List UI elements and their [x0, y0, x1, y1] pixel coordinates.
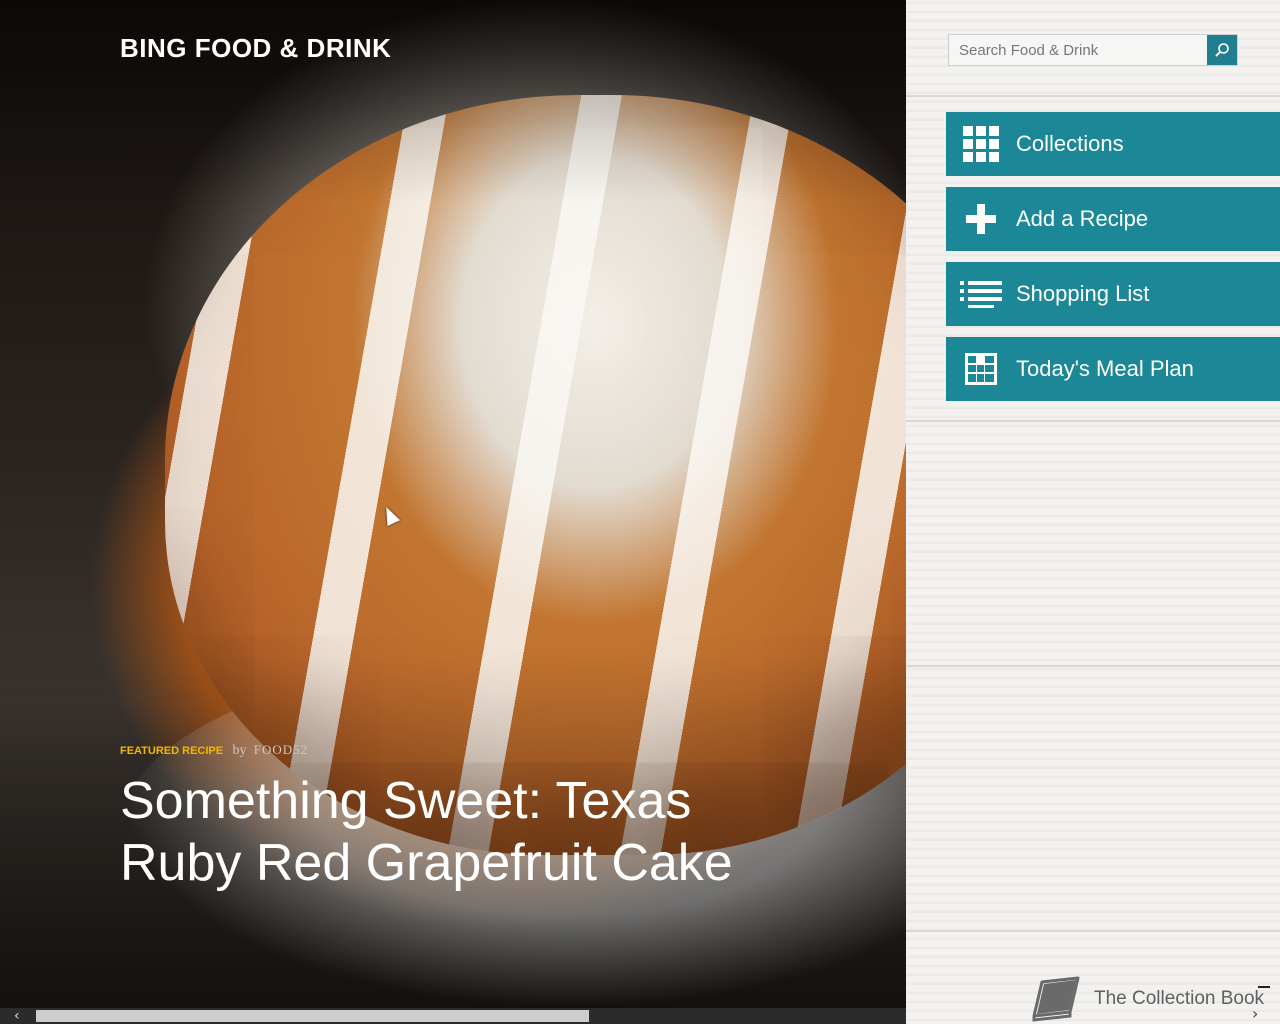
meal-plan-button[interactable]: Today's Meal Plan — [946, 337, 1280, 401]
scroll-left-icon[interactable]: ‹ — [14, 1008, 20, 1024]
book-icon — [1032, 976, 1080, 1022]
collection-book-link[interactable]: The Collection Book — [1030, 976, 1264, 1022]
featured-byline: FEATURED RECIPE by FOOD52 — [120, 742, 308, 759]
author-name[interactable]: FOOD52 — [254, 742, 308, 757]
navigation-panel: Collections Add a Recipe Shopping List — [906, 0, 1280, 1024]
app-title: BING FOOD & DRINK — [120, 33, 392, 63]
collections-button[interactable]: Collections — [946, 112, 1280, 176]
wood-plank-line — [906, 420, 1280, 422]
featured-tag: FEATURED RECIPE — [120, 745, 224, 757]
scroll-right-icon[interactable]: › — [1252, 1004, 1258, 1023]
scrollbar-thumb[interactable] — [36, 1010, 589, 1022]
search-icon — [1215, 43, 1229, 57]
featured-headline[interactable]: Something Sweet: Texas Ruby Red Grapefru… — [120, 770, 820, 894]
wood-plank-line — [906, 665, 1280, 667]
byline-by: by — [232, 743, 247, 758]
search-box — [948, 34, 1238, 66]
calendar-icon — [946, 337, 1016, 401]
add-recipe-button[interactable]: Add a Recipe — [946, 187, 1280, 251]
plus-icon — [946, 187, 1016, 251]
wood-plank-line — [906, 930, 1280, 932]
wood-plank-line — [906, 95, 1280, 97]
shopping-list-label: Shopping List — [1016, 281, 1150, 306]
collections-label: Collections — [1016, 131, 1124, 156]
shopping-list-button[interactable]: Shopping List — [946, 262, 1280, 326]
list-icon — [946, 262, 1016, 326]
grid-icon — [946, 112, 1016, 176]
meal-plan-label: Today's Meal Plan — [1016, 356, 1194, 381]
search-button[interactable] — [1207, 35, 1237, 65]
minimize-mark — [1258, 986, 1270, 988]
horizontal-scrollbar[interactable]: ‹ — [0, 1008, 906, 1024]
search-input[interactable] — [949, 35, 1207, 65]
collection-book-label: The Collection Book — [1094, 988, 1265, 1009]
add-recipe-label: Add a Recipe — [1016, 206, 1149, 231]
